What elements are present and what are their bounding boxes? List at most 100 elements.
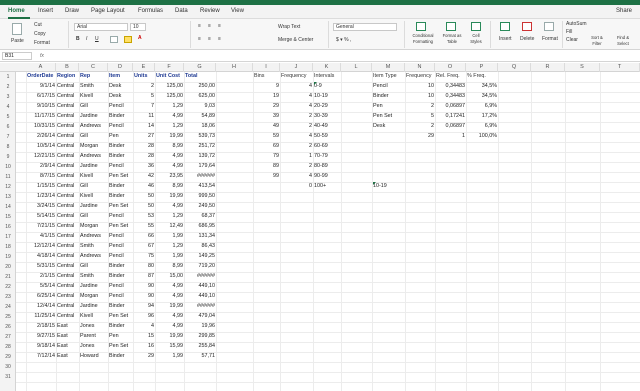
table-cell[interactable]: 1,29 xyxy=(156,102,184,111)
table-cell[interactable]: 55 xyxy=(134,222,154,231)
paste-icon[interactable] xyxy=(12,23,22,35)
table-cell[interactable]: 12/21/15 xyxy=(27,152,55,161)
table-cell[interactable]: Morgan xyxy=(80,292,107,301)
row-header[interactable]: 26 xyxy=(0,322,16,332)
align-bottom-icon[interactable]: ≡ xyxy=(218,23,221,29)
column-header-m[interactable]: M xyxy=(372,63,405,72)
table-cell[interactable]: Central xyxy=(57,102,78,111)
table-cell[interactable]: Pen Set xyxy=(109,222,132,231)
fill-color-icon[interactable] xyxy=(124,36,132,43)
table-cell[interactable]: 2/26/14 xyxy=(27,132,55,141)
table-cell[interactable]: 4/18/14 xyxy=(27,252,55,261)
table-cell[interactable]: Howard xyxy=(80,352,107,361)
row-header[interactable]: 8 xyxy=(0,142,16,152)
font-color-icon[interactable]: A xyxy=(138,35,142,41)
table-cell[interactable]: East xyxy=(57,352,78,361)
column-header-n[interactable]: N xyxy=(405,63,435,72)
item-table-cell[interactable]: Binder xyxy=(373,92,404,101)
table-cell[interactable]: 68,37 xyxy=(185,212,216,221)
item-table-cell[interactable]: 34,5% xyxy=(467,82,497,91)
format-as-table-button[interactable]: Format as Table xyxy=(442,33,462,45)
column-title[interactable]: Units xyxy=(134,72,154,81)
bold-button[interactable]: B xyxy=(76,36,80,42)
worksheet-grid[interactable]: ABCDEFGHIJKLMNOPQRST 1 2 3 4 5 6 7 8 9 10 11 12 13 14… xyxy=(0,63,640,391)
align-left-icon[interactable]: ≡ xyxy=(198,36,201,42)
table-cell[interactable]: 29 xyxy=(134,352,154,361)
row-header[interactable]: 16 xyxy=(0,222,16,232)
currency-format-button[interactable]: $ ▾ % , xyxy=(336,37,351,43)
table-cell[interactable]: Pencil xyxy=(109,292,132,301)
column-header-t[interactable]: T xyxy=(600,63,640,72)
table-cell[interactable]: 53 xyxy=(134,212,154,221)
table-cell[interactable]: Pencil xyxy=(109,282,132,291)
row-header[interactable]: 10 xyxy=(0,162,16,172)
table-cell[interactable]: Central xyxy=(57,82,78,91)
table-cell[interactable]: 9,03 xyxy=(185,102,216,111)
frequency-cell[interactable]: 4 xyxy=(281,132,312,141)
format-cells-icon[interactable] xyxy=(544,22,554,31)
table-cell[interactable]: 23,95 xyxy=(156,172,184,181)
column-header-k[interactable]: K xyxy=(313,63,341,72)
table-cell[interactable]: 12/4/14 xyxy=(27,302,55,311)
table-cell[interactable]: 14 xyxy=(134,122,154,131)
table-cell[interactable]: 28 xyxy=(134,152,154,161)
share-button[interactable]: Share xyxy=(616,8,632,14)
row-header[interactable]: 14 xyxy=(0,202,16,212)
table-cell[interactable]: Andrews xyxy=(80,122,107,131)
table-cell[interactable]: Desk xyxy=(109,82,132,91)
row-header[interactable]: 30 xyxy=(0,362,16,372)
frequency-cell[interactable]: 2 xyxy=(281,112,312,121)
bin-cell[interactable]: 39 xyxy=(254,112,279,121)
item-table-header[interactable]: % Freq. xyxy=(467,72,497,81)
table-cell[interactable]: 9/27/15 xyxy=(27,332,55,341)
font-name-select[interactable]: Arial xyxy=(74,23,128,31)
table-cell[interactable]: Kivell xyxy=(80,92,107,101)
table-cell[interactable]: 5/14/15 xyxy=(27,212,55,221)
table-cell[interactable]: 1/15/15 xyxy=(27,182,55,191)
delete-button[interactable]: Delete xyxy=(520,36,534,42)
table-cell[interactable]: Pen xyxy=(109,132,132,141)
table-cell[interactable]: 1,29 xyxy=(156,212,184,221)
table-cell[interactable]: 9/10/15 xyxy=(27,102,55,111)
interval-cell[interactable]: 100+ xyxy=(314,182,340,191)
table-cell[interactable]: 413,54 xyxy=(185,182,216,191)
row-header[interactable]: 28 xyxy=(0,342,16,352)
row-header[interactable]: 5 xyxy=(0,112,16,122)
column-title[interactable]: Rep xyxy=(80,72,107,81)
column-header-j[interactable]: J xyxy=(280,63,313,72)
sort-filter-button[interactable]: Sort & Filter xyxy=(587,35,607,47)
bin-cell[interactable]: 59 xyxy=(254,132,279,141)
table-cell[interactable]: Central xyxy=(57,272,78,281)
row-header[interactable]: 21 xyxy=(0,272,16,282)
row-header[interactable]: 20 xyxy=(0,262,16,272)
table-cell[interactable]: 94 xyxy=(134,302,154,311)
table-cell[interactable]: 249,50 xyxy=(185,202,216,211)
column-header-d[interactable]: D xyxy=(108,63,133,72)
column-header-b[interactable]: B xyxy=(56,63,79,72)
table-cell[interactable]: Binder xyxy=(109,182,132,191)
format-painter-button[interactable]: Format xyxy=(34,40,50,46)
table-cell[interactable]: Binder xyxy=(109,152,132,161)
column-header-r[interactable]: R xyxy=(531,63,565,72)
table-cell[interactable]: 57,71 xyxy=(185,352,216,361)
table-cell[interactable]: Andrews xyxy=(80,252,107,261)
table-cell[interactable]: East xyxy=(57,322,78,331)
table-cell[interactable]: Pen Set xyxy=(109,202,132,211)
table-cell[interactable]: 4,99 xyxy=(156,202,184,211)
table-cell[interactable]: 6/17/15 xyxy=(27,92,55,101)
table-cell[interactable]: Central xyxy=(57,292,78,301)
table-cell[interactable]: 4,99 xyxy=(156,312,184,321)
item-table-cell[interactable]: Desk xyxy=(373,122,404,131)
table-cell[interactable]: 96 xyxy=(134,312,154,321)
item-table-cell[interactable]: 5 xyxy=(406,112,434,121)
table-cell[interactable]: 4,99 xyxy=(156,322,184,331)
tab-draw[interactable]: Draw xyxy=(65,8,79,14)
table-cell[interactable]: 2/9/14 xyxy=(27,162,55,171)
table-cell[interactable]: Pencil xyxy=(109,122,132,131)
table-cell[interactable]: Central xyxy=(57,162,78,171)
item-table-cell[interactable]: 2 xyxy=(406,122,434,131)
table-cell[interactable]: East xyxy=(57,342,78,351)
row-header[interactable]: 17 xyxy=(0,232,16,242)
table-cell[interactable]: 42 xyxy=(134,172,154,181)
table-cell[interactable]: 2/18/15 xyxy=(27,322,55,331)
